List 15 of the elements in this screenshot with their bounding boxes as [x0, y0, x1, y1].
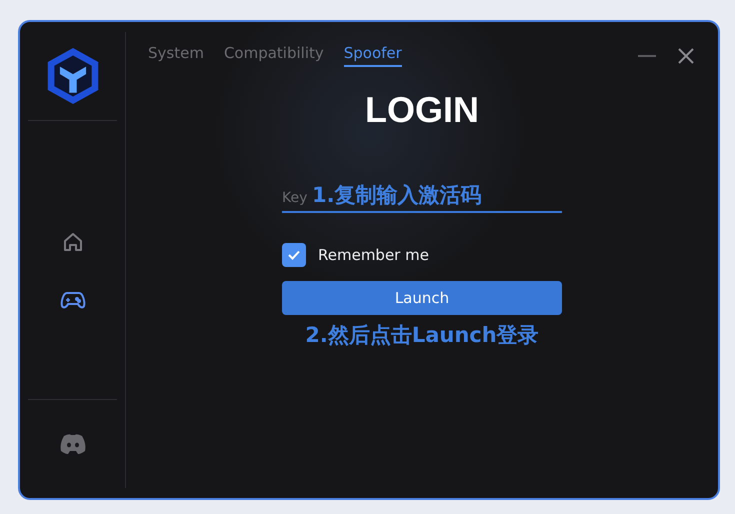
tab[interactable]: System	[148, 44, 204, 67]
launch-button[interactable]: Launch	[282, 281, 562, 315]
tab[interactable]: Spoofer	[344, 44, 402, 67]
minimize-icon[interactable]	[638, 54, 656, 58]
close-icon[interactable]	[678, 48, 694, 64]
tab[interactable]: Compatibility	[224, 44, 324, 67]
remember-checkbox[interactable]	[282, 243, 306, 267]
key-field[interactable]: Key	[282, 190, 312, 206]
annotation-text: 2.然后点击Launch登录	[304, 322, 540, 349]
login-title: LOGIN	[364, 89, 480, 131]
annotation-text: 1.复制输入激活码	[312, 182, 482, 209]
gamepad-icon[interactable]	[60, 290, 86, 310]
remember-label: Remember me	[318, 246, 429, 264]
checkmark-icon	[288, 250, 300, 260]
discord-icon[interactable]	[58, 433, 86, 455]
